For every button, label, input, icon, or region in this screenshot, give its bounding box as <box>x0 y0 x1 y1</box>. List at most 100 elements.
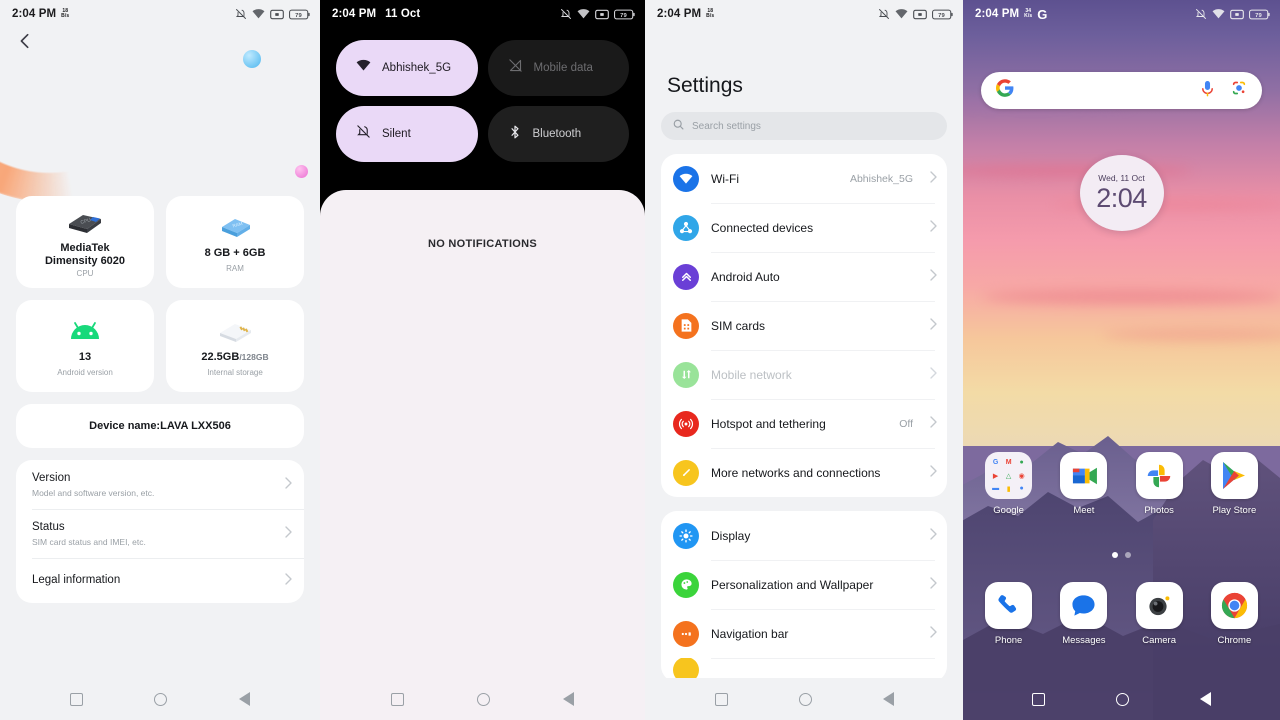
info-card-android-version[interactable]: 13 Android version <box>16 300 154 392</box>
wifi-icon <box>356 59 371 77</box>
panel-settings: 2:04 PM 18 B/s 79 Settings Search settin… <box>645 0 963 720</box>
back-nav-button[interactable] <box>1199 692 1211 706</box>
google-search-widget[interactable] <box>981 72 1262 109</box>
chevron-right-icon <box>930 415 937 433</box>
settings-row-mobile-network[interactable]: Mobile network <box>661 350 947 399</box>
qs-tile-silent[interactable]: Silent <box>336 106 478 162</box>
settings-row-sim-cards-label: SIM cards <box>711 318 766 333</box>
info-card-ram[interactable]: RAM 8 GB + 6GB RAM <box>166 196 304 288</box>
status-bar-about: 2:04 PM 18 B/s 79 <box>0 0 320 28</box>
wifi-icon <box>895 8 908 20</box>
android-auto-icon <box>673 263 699 290</box>
bluetooth-icon <box>508 124 522 145</box>
phone-icon <box>985 582 1033 629</box>
recents-button[interactable] <box>714 692 728 706</box>
settings-row-sim-cards[interactable]: SIM cards <box>661 301 947 350</box>
app-google-folder[interactable]: G M ● ▶ △ ◉ ▬ ▮ ● Google <box>977 452 1041 516</box>
settings-row-hotspot[interactable]: Hotspot and tethering Off <box>661 399 947 448</box>
app-phone-label: Phone <box>994 635 1023 646</box>
microphone-icon[interactable] <box>1200 80 1215 102</box>
google-lens-icon[interactable] <box>1231 80 1247 101</box>
app-phone[interactable]: Phone <box>977 582 1041 646</box>
screenshot-icon <box>270 9 284 20</box>
settings-row-wifi[interactable]: Wi-Fi Abhishek_5G <box>661 154 947 203</box>
screenshot-icon <box>913 9 927 20</box>
back-nav-button[interactable] <box>882 692 894 706</box>
messages-icon <box>1060 582 1108 629</box>
settings-row-navigation-bar[interactable]: Navigation bar <box>661 609 947 658</box>
app-camera[interactable]: Camera <box>1127 582 1191 646</box>
navigation-bar <box>963 678 1280 720</box>
info-card-cpu-value: MediaTek Dimensity 6020 <box>44 242 126 267</box>
svg-text:79: 79 <box>1255 12 1262 18</box>
settings-row-connected-devices[interactable]: Connected devices <box>661 203 947 252</box>
wifi-icon <box>252 8 265 20</box>
info-card-storage-label: Internal storage <box>207 367 263 377</box>
settings-row-display[interactable]: Display <box>661 511 947 560</box>
recents-button[interactable] <box>69 692 83 706</box>
settings-row-android-auto[interactable]: Android Auto <box>661 252 947 301</box>
settings-row-personalization-label: Personalization and Wallpaper <box>711 577 874 592</box>
settings-row-more-networks[interactable]: More networks and connections <box>661 448 947 497</box>
about-row-version[interactable]: Version Model and software version, etc. <box>16 460 304 509</box>
bell-off-icon <box>356 124 371 144</box>
battery-icon: 79 <box>614 9 635 20</box>
qs-tile-mobile-data[interactable]: Mobile data <box>487 40 629 96</box>
home-button[interactable] <box>1115 692 1129 706</box>
decorative-bead-blue-right <box>243 50 261 68</box>
panel-quick-settings: 2:04 PM 11 Oct 79 Abhishek_5G Mobile dat… <box>320 0 645 720</box>
app-play-store[interactable]: Play Store <box>1202 452 1266 516</box>
qs-tile-wifi[interactable]: Abhishek_5G <box>336 40 478 96</box>
app-google-folder-label: Google <box>993 505 1024 516</box>
svg-text:79: 79 <box>938 12 945 18</box>
settings-group-network: Wi-Fi Abhishek_5G Connected devices Andr… <box>661 154 947 497</box>
home-button[interactable] <box>154 692 168 706</box>
about-row-legal[interactable]: Legal information <box>16 558 304 603</box>
settings-row-wifi-value: Abhishek_5G <box>849 172 913 185</box>
app-photos[interactable]: Photos <box>1127 452 1191 516</box>
app-chrome[interactable]: Chrome <box>1202 582 1266 646</box>
search-settings-bar[interactable]: Search settings <box>661 112 947 140</box>
app-photos-label: Photos <box>1144 505 1174 516</box>
home-button[interactable] <box>798 692 812 706</box>
info-card-storage[interactable]: 22.5GB/128GB Internal storage <box>166 300 304 392</box>
settings-group-display: Display Personalization and Wallpaper Na… <box>661 511 947 682</box>
recents-button[interactable] <box>1032 692 1046 706</box>
page-dot-1[interactable] <box>1112 552 1118 558</box>
app-messages[interactable]: Messages <box>1052 582 1116 646</box>
chevron-right-icon <box>930 317 937 335</box>
home-button[interactable] <box>476 692 490 706</box>
settings-row-personalization[interactable]: Personalization and Wallpaper <box>661 560 947 609</box>
clock-widget[interactable]: Wed, 11 Oct 2:04 <box>1079 155 1164 231</box>
chevron-right-icon <box>930 576 937 594</box>
app-meet[interactable]: Meet <box>1052 452 1116 516</box>
panel-about-phone: 2:04 PM 18 B/s 79 CPU MediaTek Dimensity… <box>0 0 320 720</box>
about-row-status[interactable]: Status SIM card status and IMEI, etc. <box>16 509 304 558</box>
settings-row-mobile-network-label: Mobile network <box>711 367 792 382</box>
info-card-cpu[interactable]: CPU MediaTek Dimensity 6020 CPU <box>16 196 154 288</box>
qs-tile-bluetooth[interactable]: Bluetooth <box>487 106 629 162</box>
meet-icon <box>1060 452 1108 499</box>
about-row-status-subtitle: SIM card status and IMEI, etc. <box>32 537 146 547</box>
recents-button[interactable] <box>390 692 404 706</box>
back-nav-button[interactable] <box>563 692 575 706</box>
device-name-card[interactable]: Device name: LAVA LXX506 <box>16 404 304 448</box>
chevron-right-icon <box>930 527 937 545</box>
notifications-off-icon <box>235 8 247 20</box>
storage-card-art <box>213 315 257 349</box>
back-button[interactable] <box>10 26 40 56</box>
status-date: 11 Oct <box>385 8 421 20</box>
status-time: 2:04 PM <box>657 8 702 20</box>
qs-tile-wifi-label: Abhishek_5G <box>382 62 452 74</box>
settings-row-display-label: Display <box>711 528 751 543</box>
device-name-value: LAVA LXX506 <box>160 420 231 432</box>
page-dot-2[interactable] <box>1125 552 1131 558</box>
panel-home-screen: 2:04 PM 34 K/s G 79 Wed, 11 Oct 2:04 G M… <box>963 0 1280 720</box>
settings-row-wifi-label: Wi-Fi <box>711 171 739 186</box>
clock-widget-time: 2:04 <box>1096 183 1147 213</box>
chevron-right-icon <box>930 366 937 384</box>
google-folder-icon: G M ● ▶ △ ◉ ▬ ▮ ● <box>985 452 1033 499</box>
screenshot-icon <box>595 9 609 20</box>
ram-module-art: RAM <box>214 211 256 245</box>
back-nav-button[interactable] <box>239 692 251 706</box>
